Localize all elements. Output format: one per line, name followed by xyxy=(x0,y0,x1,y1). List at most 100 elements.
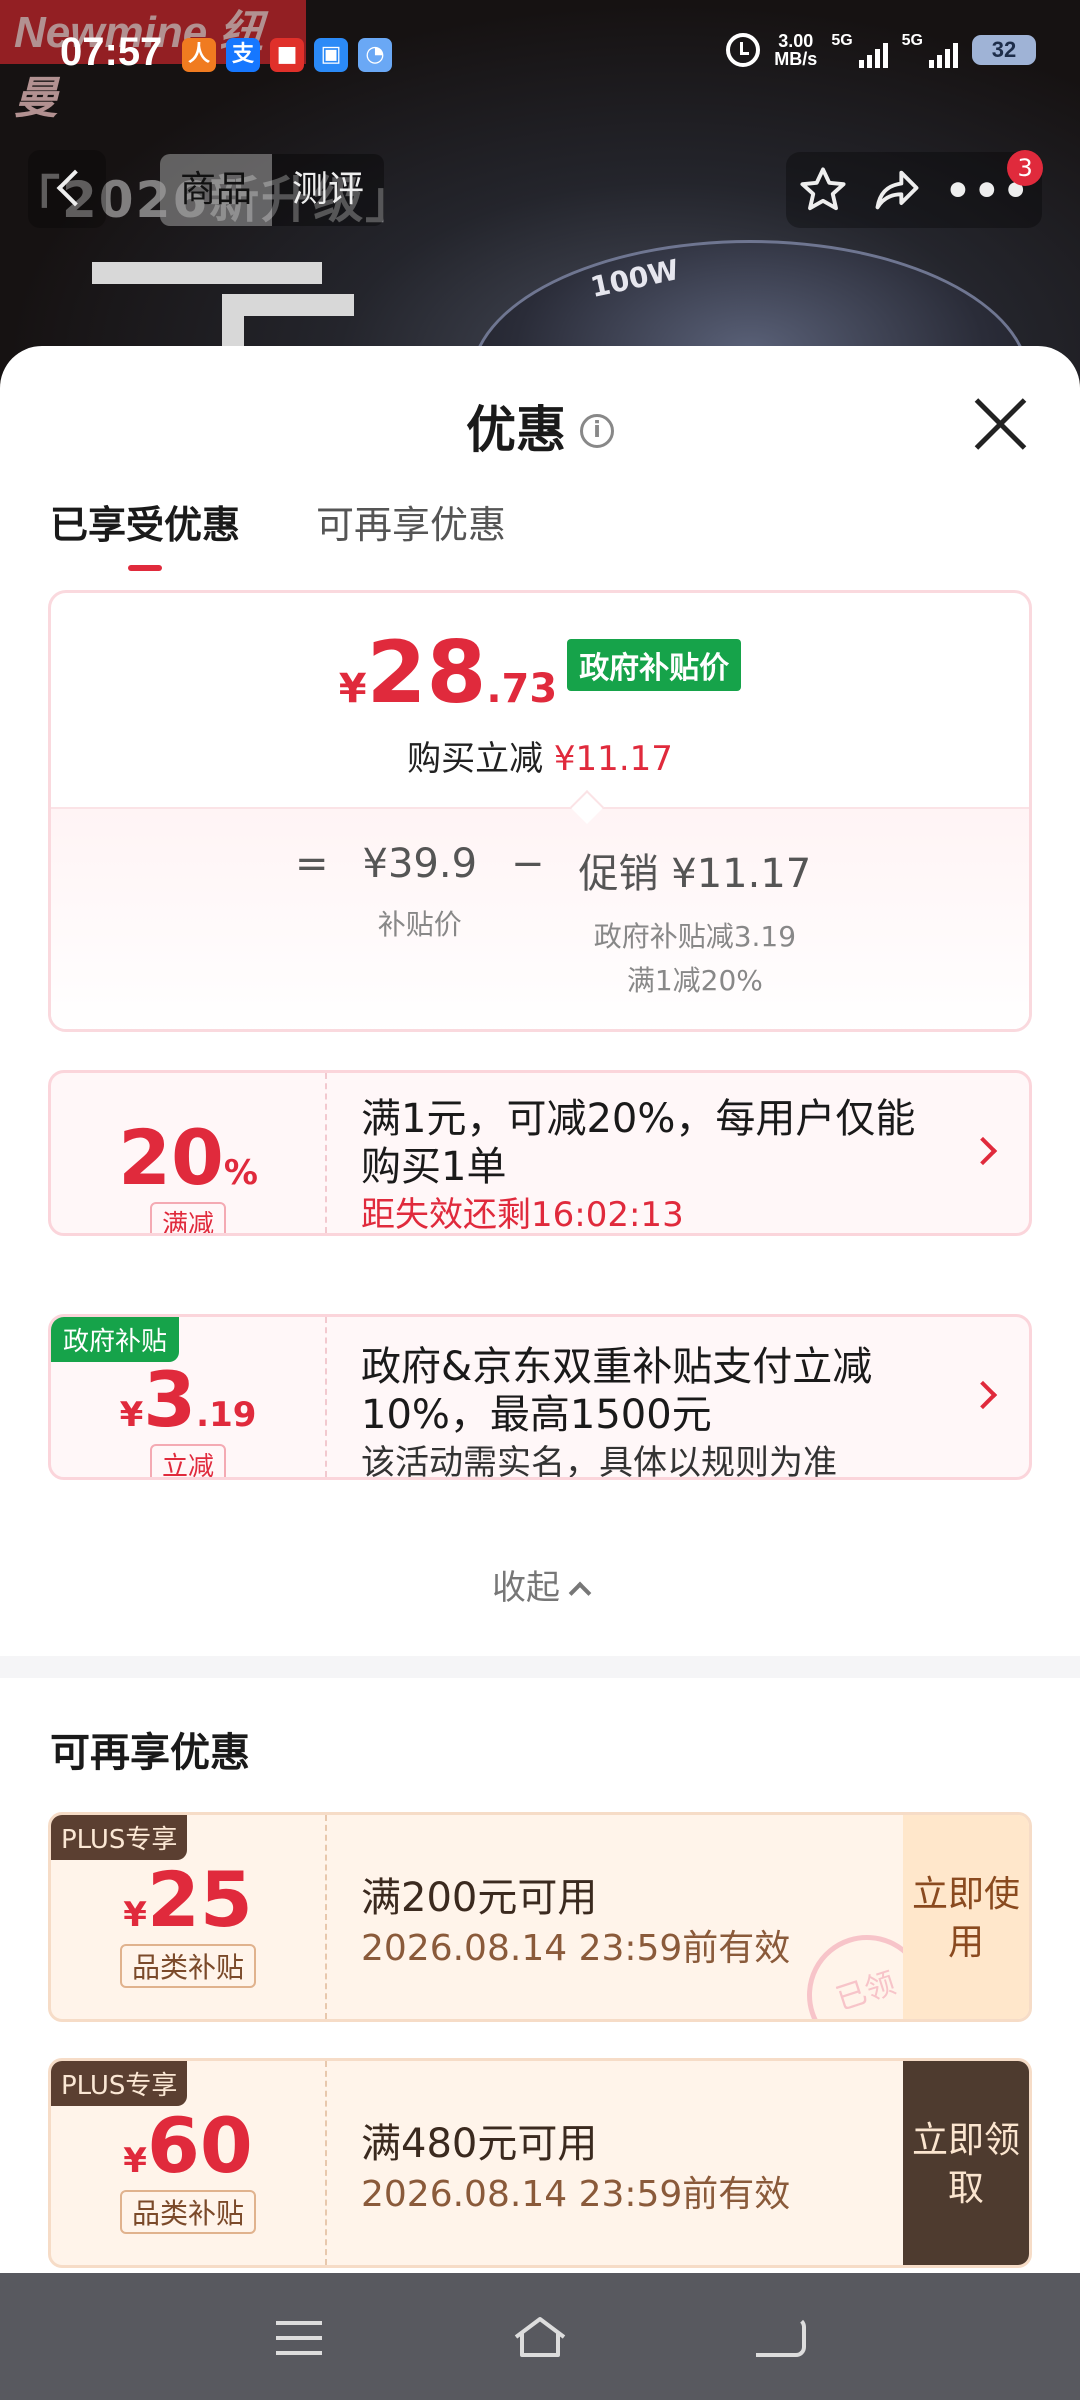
signal-bars-icon xyxy=(929,42,958,68)
network-speed: 3.00 MB/s xyxy=(774,32,817,68)
promo-amount-number: 3 xyxy=(143,1355,197,1444)
coupon-condition: 满200元可用 xyxy=(361,1875,598,1921)
promo-amount-number: 20 xyxy=(118,1113,224,1202)
promo-amount-block: 20% 满减 xyxy=(51,1073,327,1233)
instant-amount: ¥11.17 xyxy=(553,739,673,779)
discount-tabs: 已享受优惠 可再享优惠 xyxy=(50,494,506,571)
signal-1: 5G xyxy=(831,32,888,68)
tab-review[interactable]: 测评 xyxy=(272,154,384,226)
formula-base: ¥39.9 补贴价 xyxy=(363,841,478,947)
sheet-title: 优惠 i xyxy=(0,390,1080,462)
chevron-right-icon xyxy=(968,1380,998,1410)
signal-2: 5G xyxy=(902,32,958,68)
promo-description: 满1元，可减20%，每用户仅能购买1单 xyxy=(361,1096,916,1190)
coupon-amount-number: 60 xyxy=(146,2101,253,2190)
formula-minus: − xyxy=(511,841,545,887)
network-type-label: 5G xyxy=(831,32,853,49)
coupon-expiry: 2026.08.14 23:59前有效 xyxy=(361,2174,791,2215)
promo-note: 该活动需实名，具体以规则为准 xyxy=(361,1443,837,1480)
promo-detail-threshold: 满1减20% xyxy=(626,964,763,997)
gov-subsidy-tag: 政府补贴价 xyxy=(567,639,742,691)
promo-amount: 20% xyxy=(51,1113,325,1202)
status-time: 07:57 xyxy=(60,30,163,74)
notification-icons: 人 支 ■ ▣ ◔ xyxy=(182,38,392,72)
collapse-button[interactable]: 收起 xyxy=(0,1560,1080,1609)
promo-text: 政府&京东双重补贴支付立减10%，最高1500元 该活动需实名，具体以规则为准 xyxy=(361,1343,939,1480)
more-discounts-title: 可再享优惠 xyxy=(50,1730,250,1776)
coupon-amount: ¥25 xyxy=(51,1855,325,1944)
status-bar: 07:57 人 支 ■ ▣ ◔ 3.00 MB/s 5G 5G 32 xyxy=(0,0,1080,110)
promo-detail-gov: 政府补贴减3.19 xyxy=(593,920,797,953)
price-integer: 28 xyxy=(366,623,487,723)
system-navigation-bar xyxy=(0,2273,1080,2400)
back-button[interactable] xyxy=(28,150,106,228)
coupon-condition: 满480元可用 xyxy=(361,2121,598,2167)
speed-value: 3.00 xyxy=(778,31,814,51)
tab-applied-discounts[interactable]: 已享受优惠 xyxy=(50,494,240,571)
close-button[interactable] xyxy=(972,396,1028,452)
share-icon[interactable] xyxy=(871,164,923,216)
more-menu[interactable]: ••• 3 xyxy=(945,149,1044,215)
instant-discount: 购买立减 ¥11.17 xyxy=(51,731,1029,780)
promo-details: 政府补贴减3.19 满1减20% xyxy=(579,915,812,1003)
chat-icon: ▣ xyxy=(314,38,348,72)
base-price: ¥39.9 xyxy=(362,841,478,887)
battery-icon: 32 xyxy=(972,35,1036,65)
promo-description: 政府&京东双重补贴支付立减10%，最高1500元 xyxy=(361,1344,873,1438)
promo-amount-unit: % xyxy=(223,1153,258,1193)
promo-text: 满1元，可减20%，每用户仅能购买1单 距失效还剩16:02:13 xyxy=(361,1095,939,1235)
gov-subsidy-corner-tag: 政府补贴 xyxy=(51,1317,180,1362)
price-decimal: .73 xyxy=(486,666,558,712)
section-divider xyxy=(0,1656,1080,1678)
promo-kind: 立减 xyxy=(149,1444,226,1477)
coupon-expiry: 2026.08.14 23:59前有效 xyxy=(361,1928,791,1969)
final-price: ¥28.73 政府补贴价 xyxy=(51,623,1029,723)
formula-equals: = xyxy=(295,841,329,887)
coupon-amount: ¥60 xyxy=(51,2101,325,2190)
promo-kind: 满减 xyxy=(149,1202,226,1233)
finder-icon: ◔ xyxy=(358,38,392,72)
tab-more-discounts[interactable]: 可再享优惠 xyxy=(316,494,506,571)
plus-exclusive-tag: PLUS专享 xyxy=(51,2061,188,2106)
home-icon[interactable] xyxy=(512,2315,568,2359)
promo-item[interactable]: ¥3.19 立减 政府补贴 政府&京东双重补贴支付立减10%，最高1500元 该… xyxy=(48,1314,1032,1480)
coupon-card: ¥60 品类补贴 PLUS专享 满480元可用 2026.08.14 23:59… xyxy=(48,2058,1032,2268)
price-formula: = ¥39.9 补贴价 − 促销 ¥11.17 政府补贴减3.19 满1减20% xyxy=(295,841,811,1003)
jd-delivery-icon: 人 xyxy=(182,38,216,72)
product-tabs: 商品 测评 xyxy=(160,154,385,226)
coupon-currency: ¥ xyxy=(123,1895,147,1935)
promo-item[interactable]: 20% 满减 满1元，可减20%，每用户仅能购买1单 距失效还剩16:02:13 xyxy=(48,1070,1032,1236)
info-icon[interactable]: i xyxy=(580,414,614,448)
back-icon[interactable] xyxy=(756,2317,806,2357)
promo-amount-decimal: .19 xyxy=(196,1395,257,1435)
jd-icon: ■ xyxy=(270,38,304,72)
chevron-up-icon xyxy=(568,1581,592,1605)
coupon-kind: 品类补贴 xyxy=(119,1944,256,1988)
chevron-right-icon xyxy=(968,1136,998,1166)
coupon-kind: 品类补贴 xyxy=(119,2190,256,2234)
more-badge: 3 xyxy=(1007,149,1044,186)
use-now-button[interactable]: 立即使用 xyxy=(903,1815,1029,2019)
base-price-label: 补贴价 xyxy=(377,908,462,941)
menu-icon[interactable] xyxy=(276,2321,322,2355)
promo-price: 促销 ¥11.17 xyxy=(578,851,812,897)
price-summary-card: ¥28.73 政府补贴价 购买立减 ¥11.17 = ¥39.9 补贴价 − 促销… xyxy=(48,590,1032,1032)
coupon-currency: ¥ xyxy=(123,2141,147,2181)
plus-exclusive-tag: PLUS专享 xyxy=(51,1815,188,1860)
price-currency: ¥ xyxy=(338,666,367,712)
instant-label: 购买立减 xyxy=(407,739,544,779)
speed-unit: MB/s xyxy=(774,49,818,69)
network-type-label: 5G xyxy=(901,32,923,49)
coupon-amount-number: 25 xyxy=(146,1855,253,1944)
signal-bars-icon xyxy=(858,42,888,68)
collapse-label: 收起 xyxy=(492,1568,560,1608)
tab-product[interactable]: 商品 xyxy=(160,154,273,226)
promo-countdown: 距失效还剩16:02:13 xyxy=(361,1195,684,1235)
star-icon[interactable] xyxy=(797,164,849,216)
discount-sheet: 优惠 i 已享受优惠 可再享优惠 ¥28.73 政府补贴价 购买立减 ¥11.17 … xyxy=(0,346,1080,2273)
system-indicators: 3.00 MB/s 5G 5G 32 xyxy=(726,32,1036,68)
alarm-icon xyxy=(726,33,761,67)
claim-now-button[interactable]: 立即领取 xyxy=(903,2061,1029,2265)
promo-amount: ¥3.19 xyxy=(51,1355,325,1444)
formula-promo: 促销 ¥11.17 政府补贴减3.19 满1减20% xyxy=(579,841,812,1003)
